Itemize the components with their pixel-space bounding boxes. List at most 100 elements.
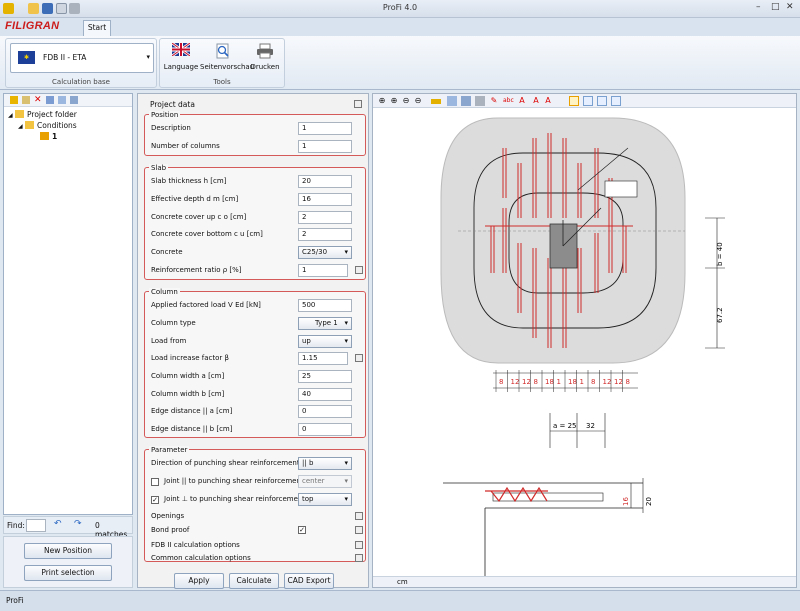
new-item-icon[interactable] bbox=[22, 96, 30, 104]
factor-label: Load increase factor β bbox=[151, 354, 229, 362]
calculate-button[interactable]: Calculate bbox=[229, 573, 279, 589]
text-icon[interactable]: ✎ bbox=[489, 96, 499, 106]
view-plan-icon[interactable] bbox=[569, 96, 579, 106]
expand-icon[interactable]: ◢ bbox=[8, 112, 13, 119]
width-b-label: Column width b [cm] bbox=[151, 390, 225, 398]
width-b-field[interactable]: 40 bbox=[298, 388, 352, 401]
copy-icon[interactable] bbox=[58, 96, 66, 104]
depth-field[interactable]: 16 bbox=[298, 193, 352, 206]
chevron-down-icon: ▾ bbox=[146, 53, 150, 61]
minimize-button[interactable]: – bbox=[756, 2, 761, 12]
position-title: Position bbox=[149, 111, 181, 119]
zoom-minus-icon[interactable]: ⊖ bbox=[401, 96, 411, 106]
filigran-logo: FILIGRAN bbox=[5, 20, 60, 32]
bond-proof-label: Bond proof bbox=[151, 526, 190, 534]
measure-icon[interactable] bbox=[431, 99, 441, 104]
find-prev-icon[interactable]: ↶ bbox=[54, 519, 62, 529]
folder-icon bbox=[15, 110, 25, 118]
preview-button[interactable]: Seitenvorschau bbox=[200, 43, 254, 71]
window-title: ProFi 4.0 bbox=[382, 3, 418, 12]
common-options-button[interactable] bbox=[355, 554, 363, 562]
close-button[interactable]: ✕ bbox=[786, 2, 794, 12]
factor-field[interactable]: 1.15 bbox=[298, 352, 348, 365]
apply-button[interactable]: Apply bbox=[174, 573, 224, 589]
ratio-options-button[interactable] bbox=[355, 266, 363, 274]
load-from-select[interactable]: up bbox=[298, 335, 352, 348]
column-type-label: Column type bbox=[151, 319, 196, 327]
spacing-label: 18 bbox=[568, 378, 577, 386]
delete-icon[interactable]: ✕ bbox=[34, 96, 42, 105]
export-drawing-icon[interactable] bbox=[461, 96, 471, 106]
fdb-options-button[interactable] bbox=[355, 541, 363, 549]
maximize-button[interactable]: □ bbox=[771, 2, 780, 12]
joint-parallel-select[interactable]: center bbox=[298, 475, 352, 488]
thickness-field[interactable]: 20 bbox=[298, 175, 352, 188]
print-button[interactable]: Drucken bbox=[248, 43, 282, 71]
joint-parallel-checkbox[interactable] bbox=[151, 478, 159, 486]
concrete-select[interactable]: C25/30 bbox=[298, 246, 352, 259]
cover-bottom-label: Concrete cover bottom c u [cm] bbox=[151, 230, 263, 238]
print-drawing-icon[interactable] bbox=[475, 96, 485, 106]
load-label: Applied factored load V Ed [kN] bbox=[151, 301, 261, 309]
columns-field[interactable]: 1 bbox=[298, 140, 352, 153]
column-type-select[interactable]: Type 1 bbox=[298, 317, 352, 330]
language-button[interactable]: Language bbox=[162, 41, 200, 71]
slab-section: Slab Slab thickness h [cm] 20 Effective … bbox=[144, 164, 366, 280]
status-text: ProFi bbox=[6, 596, 24, 605]
direction-select[interactable]: || b bbox=[298, 457, 352, 470]
factor-options-button[interactable] bbox=[355, 354, 363, 362]
concrete-label: Concrete bbox=[151, 248, 183, 256]
ratio-label: Reinforcement ratio ρ [%] bbox=[151, 266, 242, 274]
font-shrink-icon[interactable]: A bbox=[543, 96, 553, 106]
bond-proof-button[interactable] bbox=[355, 526, 363, 534]
font-grow-icon[interactable]: A bbox=[517, 96, 527, 106]
cover-up-field[interactable]: 2 bbox=[298, 211, 352, 224]
joint-perpendicular-select[interactable]: top bbox=[298, 493, 352, 506]
edge-a-field[interactable]: 0 bbox=[298, 405, 352, 418]
tree-node-project-folder[interactable]: ◢ Project folder bbox=[8, 110, 77, 119]
spacing-label: 1 bbox=[557, 378, 561, 386]
bond-proof-checkbox[interactable]: ✓ bbox=[298, 526, 306, 534]
tools-group-label: Tools bbox=[213, 78, 231, 86]
zoom-in-icon[interactable]: ⊕ bbox=[377, 96, 387, 106]
tree-node-item[interactable]: 1 bbox=[40, 132, 57, 141]
find-input[interactable] bbox=[26, 519, 46, 532]
project-data-button[interactable] bbox=[354, 100, 362, 108]
cad-export-button[interactable]: CAD Export bbox=[284, 573, 334, 589]
tab-start[interactable]: Start bbox=[83, 20, 111, 36]
cut-icon[interactable] bbox=[46, 96, 54, 104]
view-3d-icon[interactable] bbox=[611, 96, 621, 106]
edge-b-field[interactable]: 0 bbox=[298, 423, 352, 436]
abc-icon[interactable]: abc bbox=[503, 96, 514, 106]
description-field[interactable]: 1 bbox=[298, 122, 352, 135]
eu-flag-icon: ✱ bbox=[18, 51, 35, 64]
calc-base-group-label: Calculation base bbox=[52, 78, 110, 86]
zoom-fit-icon[interactable]: ⊖ bbox=[413, 96, 423, 106]
print-selection-button[interactable]: Print selection bbox=[24, 565, 112, 581]
zoom-plus-icon[interactable]: ⊕ bbox=[389, 96, 399, 106]
cover-bottom-field[interactable]: 2 bbox=[298, 228, 352, 241]
tree-node-conditions[interactable]: ◢ Conditions bbox=[18, 121, 77, 130]
ratio-field[interactable]: 1 bbox=[298, 264, 348, 277]
spacing-label: 12 bbox=[614, 378, 623, 386]
calc-base-select[interactable]: ✱ FDB II - ETA ▾ bbox=[10, 43, 154, 73]
new-folder-icon[interactable] bbox=[10, 96, 18, 104]
edge-a-label: Edge distance || a [cm] bbox=[151, 407, 233, 415]
width-a-field[interactable]: 25 bbox=[298, 370, 352, 383]
find-next-icon[interactable]: ↷ bbox=[74, 519, 82, 529]
load-field[interactable]: 500 bbox=[298, 299, 352, 312]
copy-drawing-icon[interactable] bbox=[447, 96, 457, 106]
ribbon-tabs: FILIGRAN Start bbox=[0, 18, 800, 36]
view-detail-icon[interactable] bbox=[597, 96, 607, 106]
expand-icon[interactable]: ◢ bbox=[18, 123, 23, 130]
fdb-options-label: FDB II calculation options bbox=[151, 541, 240, 549]
tree-conditions-label: Conditions bbox=[37, 121, 77, 130]
font-icon[interactable]: A bbox=[531, 96, 541, 106]
paste-icon[interactable] bbox=[70, 96, 78, 104]
openings-label: Openings bbox=[151, 512, 185, 520]
joint-perpendicular-checkbox[interactable]: ✓ bbox=[151, 496, 159, 504]
view-section-icon[interactable] bbox=[583, 96, 593, 106]
openings-button[interactable] bbox=[355, 512, 363, 520]
status-bar: ProFi bbox=[0, 590, 800, 611]
new-position-button[interactable]: New Position bbox=[24, 543, 112, 559]
